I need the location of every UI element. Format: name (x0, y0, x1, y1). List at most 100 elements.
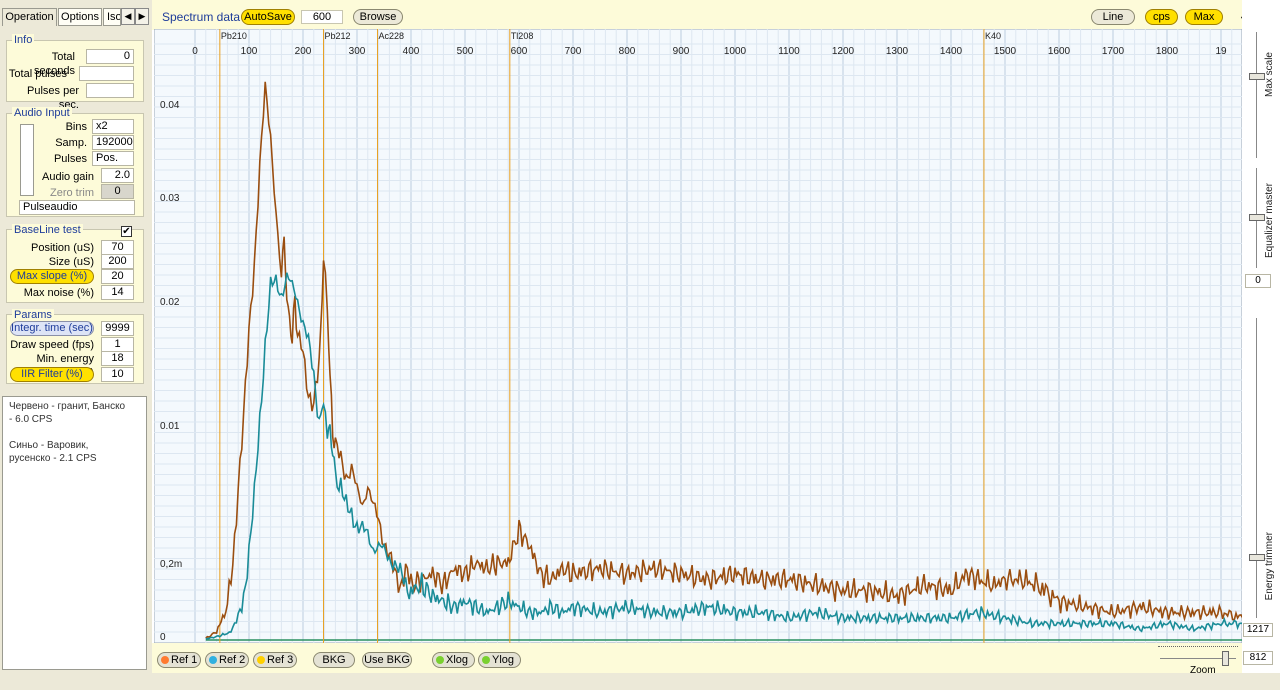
x-tick-label: 1100 (778, 46, 800, 57)
x-tick-label: 19 (1215, 46, 1227, 57)
x-tick-label: 800 (619, 46, 636, 57)
equalizer-slider-thumb[interactable] (1249, 214, 1265, 221)
x-tick-label: 600 (511, 46, 528, 57)
info-title: Info (12, 34, 35, 46)
total-seconds-value: 0 (86, 49, 134, 64)
position-value[interactable]: 70 (101, 240, 134, 255)
audio-gain-value[interactable]: 2.0 (101, 168, 134, 183)
tab-operation[interactable]: Operation (2, 8, 57, 26)
audio-device-field[interactable]: Pulseaudio (19, 200, 135, 215)
params-title: Params (12, 309, 54, 321)
notes-line-1: Червено - гранит, Банско (9, 401, 126, 412)
tab-iso[interactable]: Iso (103, 8, 121, 26)
x-tick-label: 1400 (940, 46, 963, 57)
x-tick-label: 400 (403, 46, 420, 57)
equalizer-value[interactable]: 0 (1245, 274, 1271, 288)
isotope-marker-label: Tl208 (511, 31, 534, 41)
browse-button[interactable]: Browse (353, 9, 403, 25)
tab-options[interactable]: Options (58, 8, 102, 26)
x-tick-label: 1200 (832, 46, 855, 57)
pulses-polarity-value[interactable]: Pos. (92, 151, 134, 166)
autosave-interval-value[interactable]: 600 (301, 10, 343, 24)
x-tick-label: 200 (295, 46, 312, 57)
zoom-value[interactable]: 812 (1243, 651, 1273, 665)
x-tick-label: 1700 (1102, 46, 1125, 57)
spectrum-data-title: Spectrum data (162, 10, 241, 24)
xlog-indicator-icon (436, 656, 444, 664)
line-mode-button[interactable]: Line (1091, 9, 1135, 25)
bins-label: Bins (65, 121, 87, 133)
baseline-test-title: BaseLine test (12, 224, 83, 236)
max-scale-slider-thumb[interactable] (1249, 73, 1265, 81)
bkg-button[interactable]: BKG (313, 652, 355, 668)
tab-scroll-right-icon[interactable]: ▶ (135, 8, 149, 25)
isotope-marker-label: Pb212 (325, 31, 351, 41)
y-tick-label: 0,2m (160, 559, 182, 570)
ref3-indicator-icon (257, 656, 265, 664)
total-pulses-label: Total pulses (8, 68, 67, 80)
plot-area (154, 29, 1242, 643)
pulses-per-sec-value (86, 83, 134, 98)
cps-button[interactable]: cps (1145, 9, 1178, 25)
x-tick-label: 700 (565, 46, 582, 57)
position-label: Position (uS) (31, 242, 94, 254)
x-tick-label: 900 (673, 46, 690, 57)
samp-value[interactable]: 192000 (92, 135, 134, 150)
min-energy-value[interactable]: 18 (101, 351, 134, 366)
bins-value[interactable]: x2 (92, 119, 134, 134)
zoom-slider-thumb[interactable] (1221, 651, 1229, 666)
x-tick-label: 500 (457, 46, 474, 57)
ref1-button[interactable]: Ref 1 (157, 652, 201, 668)
audio-gain-label: Audio gain (42, 171, 94, 183)
x-tick-label: 1000 (724, 46, 747, 57)
integr-time-value[interactable]: 9999 (101, 321, 134, 336)
pulses-label: Pulses (53, 153, 87, 165)
max-scale-slider-track[interactable] (1256, 32, 1257, 158)
x-tick-label: 0 (192, 46, 198, 57)
spectrum-chart[interactable]: Pb210 Pb212 Ac228 Tl208 K40 0 100 200 300 400 500… (154, 29, 1242, 643)
energy-trimmer-slider-track[interactable] (1256, 318, 1257, 618)
notes-line-4: русенско - 2.1 CPS (9, 453, 97, 464)
tab-scroll-left-icon[interactable]: ◀ (121, 8, 135, 25)
isotope-marker-label: Ac228 (379, 31, 405, 41)
y-tick-label: 0.04 (160, 100, 180, 111)
max-noise-value[interactable]: 14 (101, 285, 134, 300)
y-tick-label: 0.01 (160, 421, 180, 432)
zero-trim-label: Zero trim (50, 187, 94, 199)
audio-input-title: Audio Input (12, 107, 72, 119)
integr-time-button[interactable]: Integr. time (sec) (10, 321, 94, 336)
x-tick-label: 300 (349, 46, 366, 57)
notes-line-2: - 6.0 CPS (9, 414, 53, 425)
ref3-button[interactable]: Ref 3 (253, 652, 297, 668)
equalizer-master-label: Equalizer master (1264, 183, 1275, 259)
iir-filter-value[interactable]: 10 (101, 367, 134, 382)
samp-label: Samp. (55, 137, 87, 149)
zoom-ticks (1158, 646, 1238, 650)
energy-trimmer-label: Energy trimmer (1264, 532, 1275, 601)
y-tick-label: 0.02 (160, 297, 180, 308)
size-value[interactable]: 200 (101, 254, 134, 269)
baseline-test-checkbox[interactable]: ✔ (121, 226, 132, 237)
ref2-indicator-icon (209, 656, 217, 664)
x-tick-label: 1600 (1048, 46, 1071, 57)
energy-trimmer-slider-thumb[interactable] (1249, 554, 1265, 561)
max-scale-label: Max scale (1264, 52, 1275, 98)
use-bkg-button[interactable]: Use BKG (362, 652, 412, 668)
energy-trimmer-value[interactable]: 1217 (1243, 623, 1273, 637)
xlog-button[interactable]: Xlog (432, 652, 475, 668)
y-tick-label: 0.03 (160, 193, 180, 204)
ylog-indicator-icon (482, 656, 490, 664)
draw-speed-value[interactable]: 1 (101, 337, 134, 352)
iir-filter-button[interactable]: IIR Filter (%) (10, 367, 94, 382)
x-tick-label: 1800 (1156, 46, 1179, 57)
total-pulses-value (79, 66, 134, 81)
ylog-button[interactable]: Ylog (478, 652, 521, 668)
max-button[interactable]: Max (1185, 9, 1223, 25)
x-tick-label: 1500 (994, 46, 1017, 57)
autosave-button[interactable]: AutoSave (241, 9, 295, 25)
ref2-button[interactable]: Ref 2 (205, 652, 249, 668)
notes-textarea[interactable]: Червено - гранит, Банско - 6.0 CPS Синьо… (2, 396, 147, 670)
max-slope-value[interactable]: 20 (101, 269, 134, 284)
max-slope-button[interactable]: Max slope (%) (10, 269, 94, 284)
audio-level-meter (20, 124, 34, 196)
